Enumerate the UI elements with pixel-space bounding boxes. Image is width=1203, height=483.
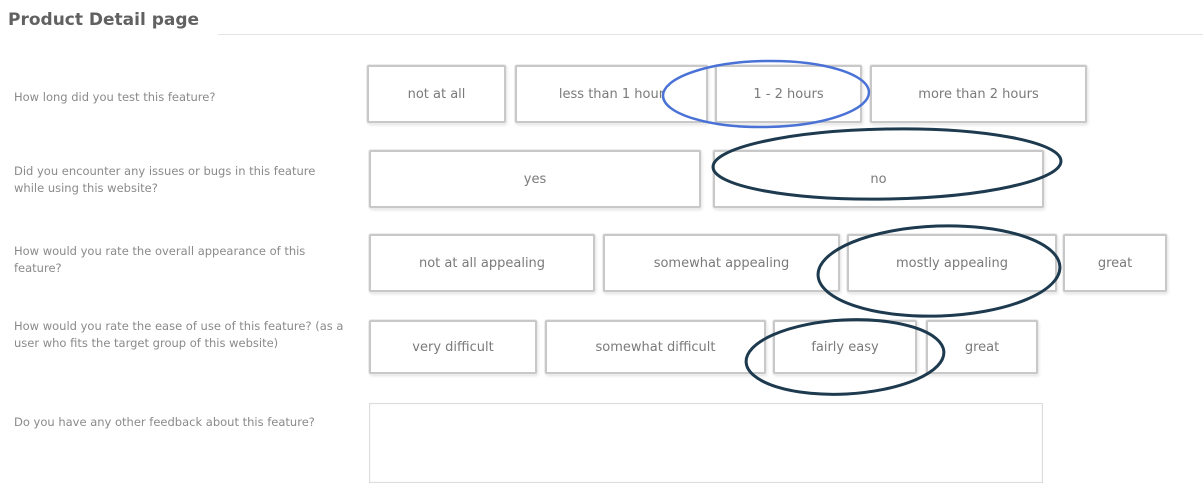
option-mostly-appealing[interactable]: mostly appealing	[847, 234, 1057, 292]
option-great-appearance[interactable]: great	[1063, 234, 1167, 292]
question-label-test-duration: How long did you test this feature?	[14, 90, 216, 104]
option-1-2-hours[interactable]: 1 - 2 hours	[715, 65, 862, 123]
option-no[interactable]: no	[713, 150, 1044, 208]
question-label-issues-bugs: Did you encounter any issues or bugs in …	[14, 164, 316, 195]
option-more-than-2-hours[interactable]: more than 2 hours	[870, 65, 1087, 123]
question-label-other-feedback: Do you have any other feedback about thi…	[14, 415, 315, 429]
option-fairly-easy[interactable]: fairly easy	[773, 320, 917, 374]
option-not-at-all-appealing[interactable]: not at all appealing	[369, 234, 595, 292]
question-label-ease-of-use: How would you rate the ease of use of th…	[14, 319, 344, 350]
section-title: Product Detail page	[8, 10, 200, 30]
option-somewhat-appealing[interactable]: somewhat appealing	[603, 234, 840, 292]
feedback-textarea[interactable]	[369, 403, 1043, 483]
option-great-ease[interactable]: great	[926, 320, 1038, 374]
option-less-than-1-hour[interactable]: less than 1 hour	[515, 65, 708, 123]
option-not-at-all[interactable]: not at all	[367, 65, 506, 123]
option-very-difficult[interactable]: very difficult	[369, 320, 537, 374]
option-yes[interactable]: yes	[369, 150, 701, 208]
option-somewhat-difficult[interactable]: somewhat difficult	[545, 320, 766, 374]
section-divider	[218, 34, 1203, 35]
question-label-appearance: How would you rate the overall appearanc…	[14, 244, 306, 275]
